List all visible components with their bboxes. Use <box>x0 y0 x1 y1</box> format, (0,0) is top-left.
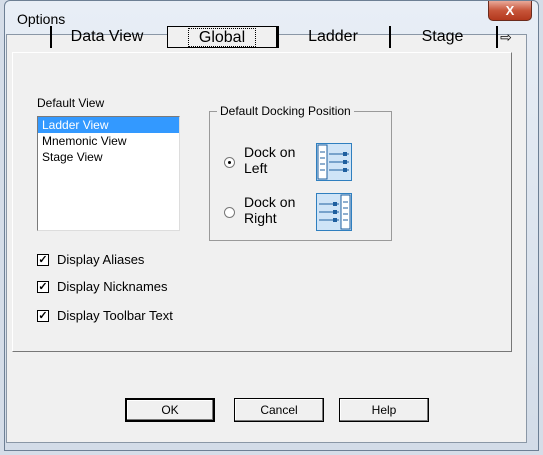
tab-label: Global <box>187 28 257 47</box>
display-toolbar-text-label[interactable]: Display Toolbar Text <box>57 308 173 323</box>
dock-right-line2: Right <box>244 210 277 226</box>
docking-group-title: Default Docking Position <box>217 104 354 118</box>
help-button[interactable]: Help <box>339 398 429 422</box>
display-nicknames-checkbox[interactable]: ✓ <box>37 281 49 293</box>
list-item-stage-view[interactable]: Stage View <box>38 149 179 165</box>
tab-scroll-right-icon[interactable]: ⇨ <box>496 26 514 48</box>
tab-stage[interactable]: Stage <box>389 26 494 48</box>
dock-right-radio[interactable] <box>224 207 235 218</box>
dock-left-line2: Left <box>244 160 268 176</box>
display-aliases-checkbox[interactable]: ✓ <box>37 254 49 266</box>
list-item-mnemonic-view[interactable]: Mnemonic View <box>38 133 179 149</box>
tab-data-view[interactable]: Data View <box>50 26 162 48</box>
tab-label: Stage <box>421 28 464 45</box>
dock-left-radio[interactable] <box>224 157 235 168</box>
tab-ladder[interactable]: Ladder <box>277 26 387 48</box>
docking-group <box>209 111 392 241</box>
dock-right-label[interactable]: Dock on Right <box>244 194 295 226</box>
dock-left-line1: Dock on <box>244 144 296 160</box>
display-aliases-label[interactable]: Display Aliases <box>57 252 144 267</box>
tab-label: Data View <box>70 28 144 45</box>
cancel-button[interactable]: Cancel <box>234 398 324 422</box>
display-toolbar-text-checkbox[interactable]: ✓ <box>37 310 49 322</box>
tab-global[interactable]: Global <box>167 26 277 48</box>
dock-left-label[interactable]: Dock on Left <box>244 144 295 176</box>
ok-button[interactable]: OK <box>125 398 215 422</box>
default-view-label: Default View <box>37 96 105 110</box>
dock-right-line1: Dock on <box>244 194 296 210</box>
list-item-ladder-view[interactable]: Ladder View <box>38 117 179 133</box>
dock-left-icon <box>316 143 352 181</box>
tab-label: Ladder <box>308 28 358 45</box>
default-view-list[interactable]: Ladder View Mnemonic View Stage View <box>37 116 180 231</box>
display-nicknames-label[interactable]: Display Nicknames <box>57 279 168 294</box>
close-button[interactable]: X <box>488 1 532 21</box>
dock-right-icon <box>316 193 352 231</box>
window-title: Options <box>17 11 66 27</box>
